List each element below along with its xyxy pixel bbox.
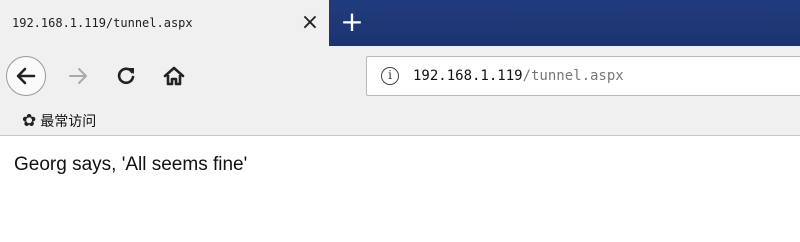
back-button[interactable] bbox=[6, 56, 46, 96]
back-arrow-icon bbox=[16, 67, 36, 85]
home-button[interactable] bbox=[156, 58, 192, 94]
site-info-icon[interactable]: i bbox=[381, 67, 399, 85]
url-text[interactable]: 192.168.1.119/tunnel.aspx bbox=[413, 68, 624, 84]
bookmarks-toolbar: ✿ 最常访问 bbox=[0, 106, 800, 136]
navigation-toolbar: i 192.168.1.119/tunnel.aspx bbox=[0, 46, 800, 106]
gear-icon: ✿ bbox=[22, 110, 37, 131]
url-host: 192.168.1.119 bbox=[413, 68, 523, 84]
tab-bar: 192.168.1.119/tunnel.aspx × + bbox=[0, 0, 800, 46]
close-tab-icon[interactable]: × bbox=[295, 0, 325, 46]
bookmark-label: 最常访问 bbox=[40, 113, 97, 130]
bookmark-most-visited[interactable]: ✿ 最常访问 bbox=[22, 111, 96, 131]
tab-title: 192.168.1.119/tunnel.aspx bbox=[12, 16, 193, 30]
forward-arrow-icon bbox=[69, 68, 87, 84]
forward-button[interactable] bbox=[60, 58, 96, 94]
reload-button[interactable] bbox=[108, 58, 144, 94]
address-bar[interactable]: i 192.168.1.119/tunnel.aspx bbox=[366, 56, 800, 96]
reload-icon bbox=[117, 67, 135, 85]
active-tab[interactable]: 192.168.1.119/tunnel.aspx × bbox=[0, 0, 329, 46]
page-message: Georg says, 'All seems fine' bbox=[14, 154, 248, 175]
url-path: /tunnel.aspx bbox=[522, 68, 624, 84]
new-tab-button[interactable]: + bbox=[332, 0, 372, 46]
home-icon bbox=[163, 66, 185, 86]
